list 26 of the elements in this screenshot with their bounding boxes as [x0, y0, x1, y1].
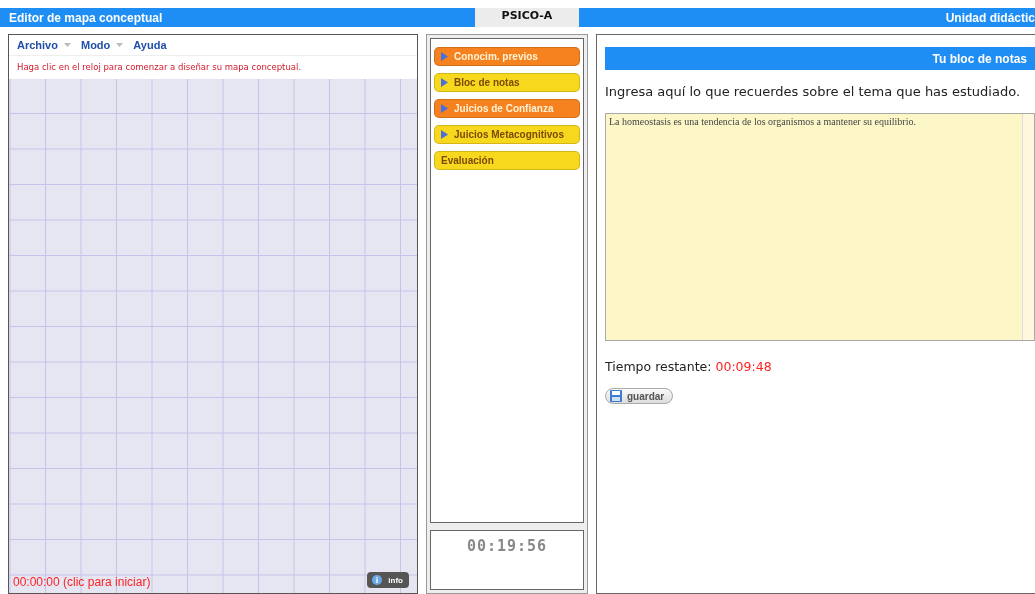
- unit-title: Unidad didáctic: [944, 9, 1035, 27]
- save-button[interactable]: guardar: [605, 388, 674, 404]
- play-icon: [441, 130, 448, 139]
- caret-icon: [116, 43, 124, 47]
- menu-item[interactable]: Modo: [80, 39, 124, 51]
- nav-button[interactable]: Evaluación: [434, 151, 580, 170]
- menu-item[interactable]: Ayuda: [133, 39, 167, 51]
- play-icon: [441, 52, 448, 61]
- scrollbar[interactable]: [1022, 114, 1034, 340]
- caret-icon: [63, 43, 71, 47]
- remaining-label: Tiempo restante:: [605, 359, 712, 374]
- info-button[interactable]: info: [367, 572, 409, 588]
- prompt-text: Ingresa aquí lo que recuerdes sobre el tema que has estudiado.: [605, 84, 1022, 99]
- nav-button[interactable]: Juicios Metacognitivos: [434, 125, 580, 144]
- info-icon: [372, 575, 383, 585]
- play-icon: [441, 78, 448, 87]
- remaining-time: 00:09:48: [715, 359, 772, 374]
- play-icon: [441, 104, 448, 113]
- notepad-title: Tu bloc de notas: [605, 47, 1035, 70]
- map-canvas[interactable]: 00:00:00 (clic para iniciar) info: [9, 79, 417, 593]
- timer-display: 00:19:56: [430, 530, 584, 590]
- panel-title: Editor de mapa conceptual: [8, 9, 164, 27]
- menu-item[interactable]: Archivo: [17, 39, 71, 51]
- nav-button[interactable]: Bloc de notas: [434, 73, 580, 92]
- notes-textarea[interactable]: La homeostasis es una tendencia de los organismos a mantener su equilibrio.: [605, 113, 1035, 341]
- instruction-text: Haga clic en el reloj para comenzar a diseñar su mapa conceptual.: [16, 61, 303, 74]
